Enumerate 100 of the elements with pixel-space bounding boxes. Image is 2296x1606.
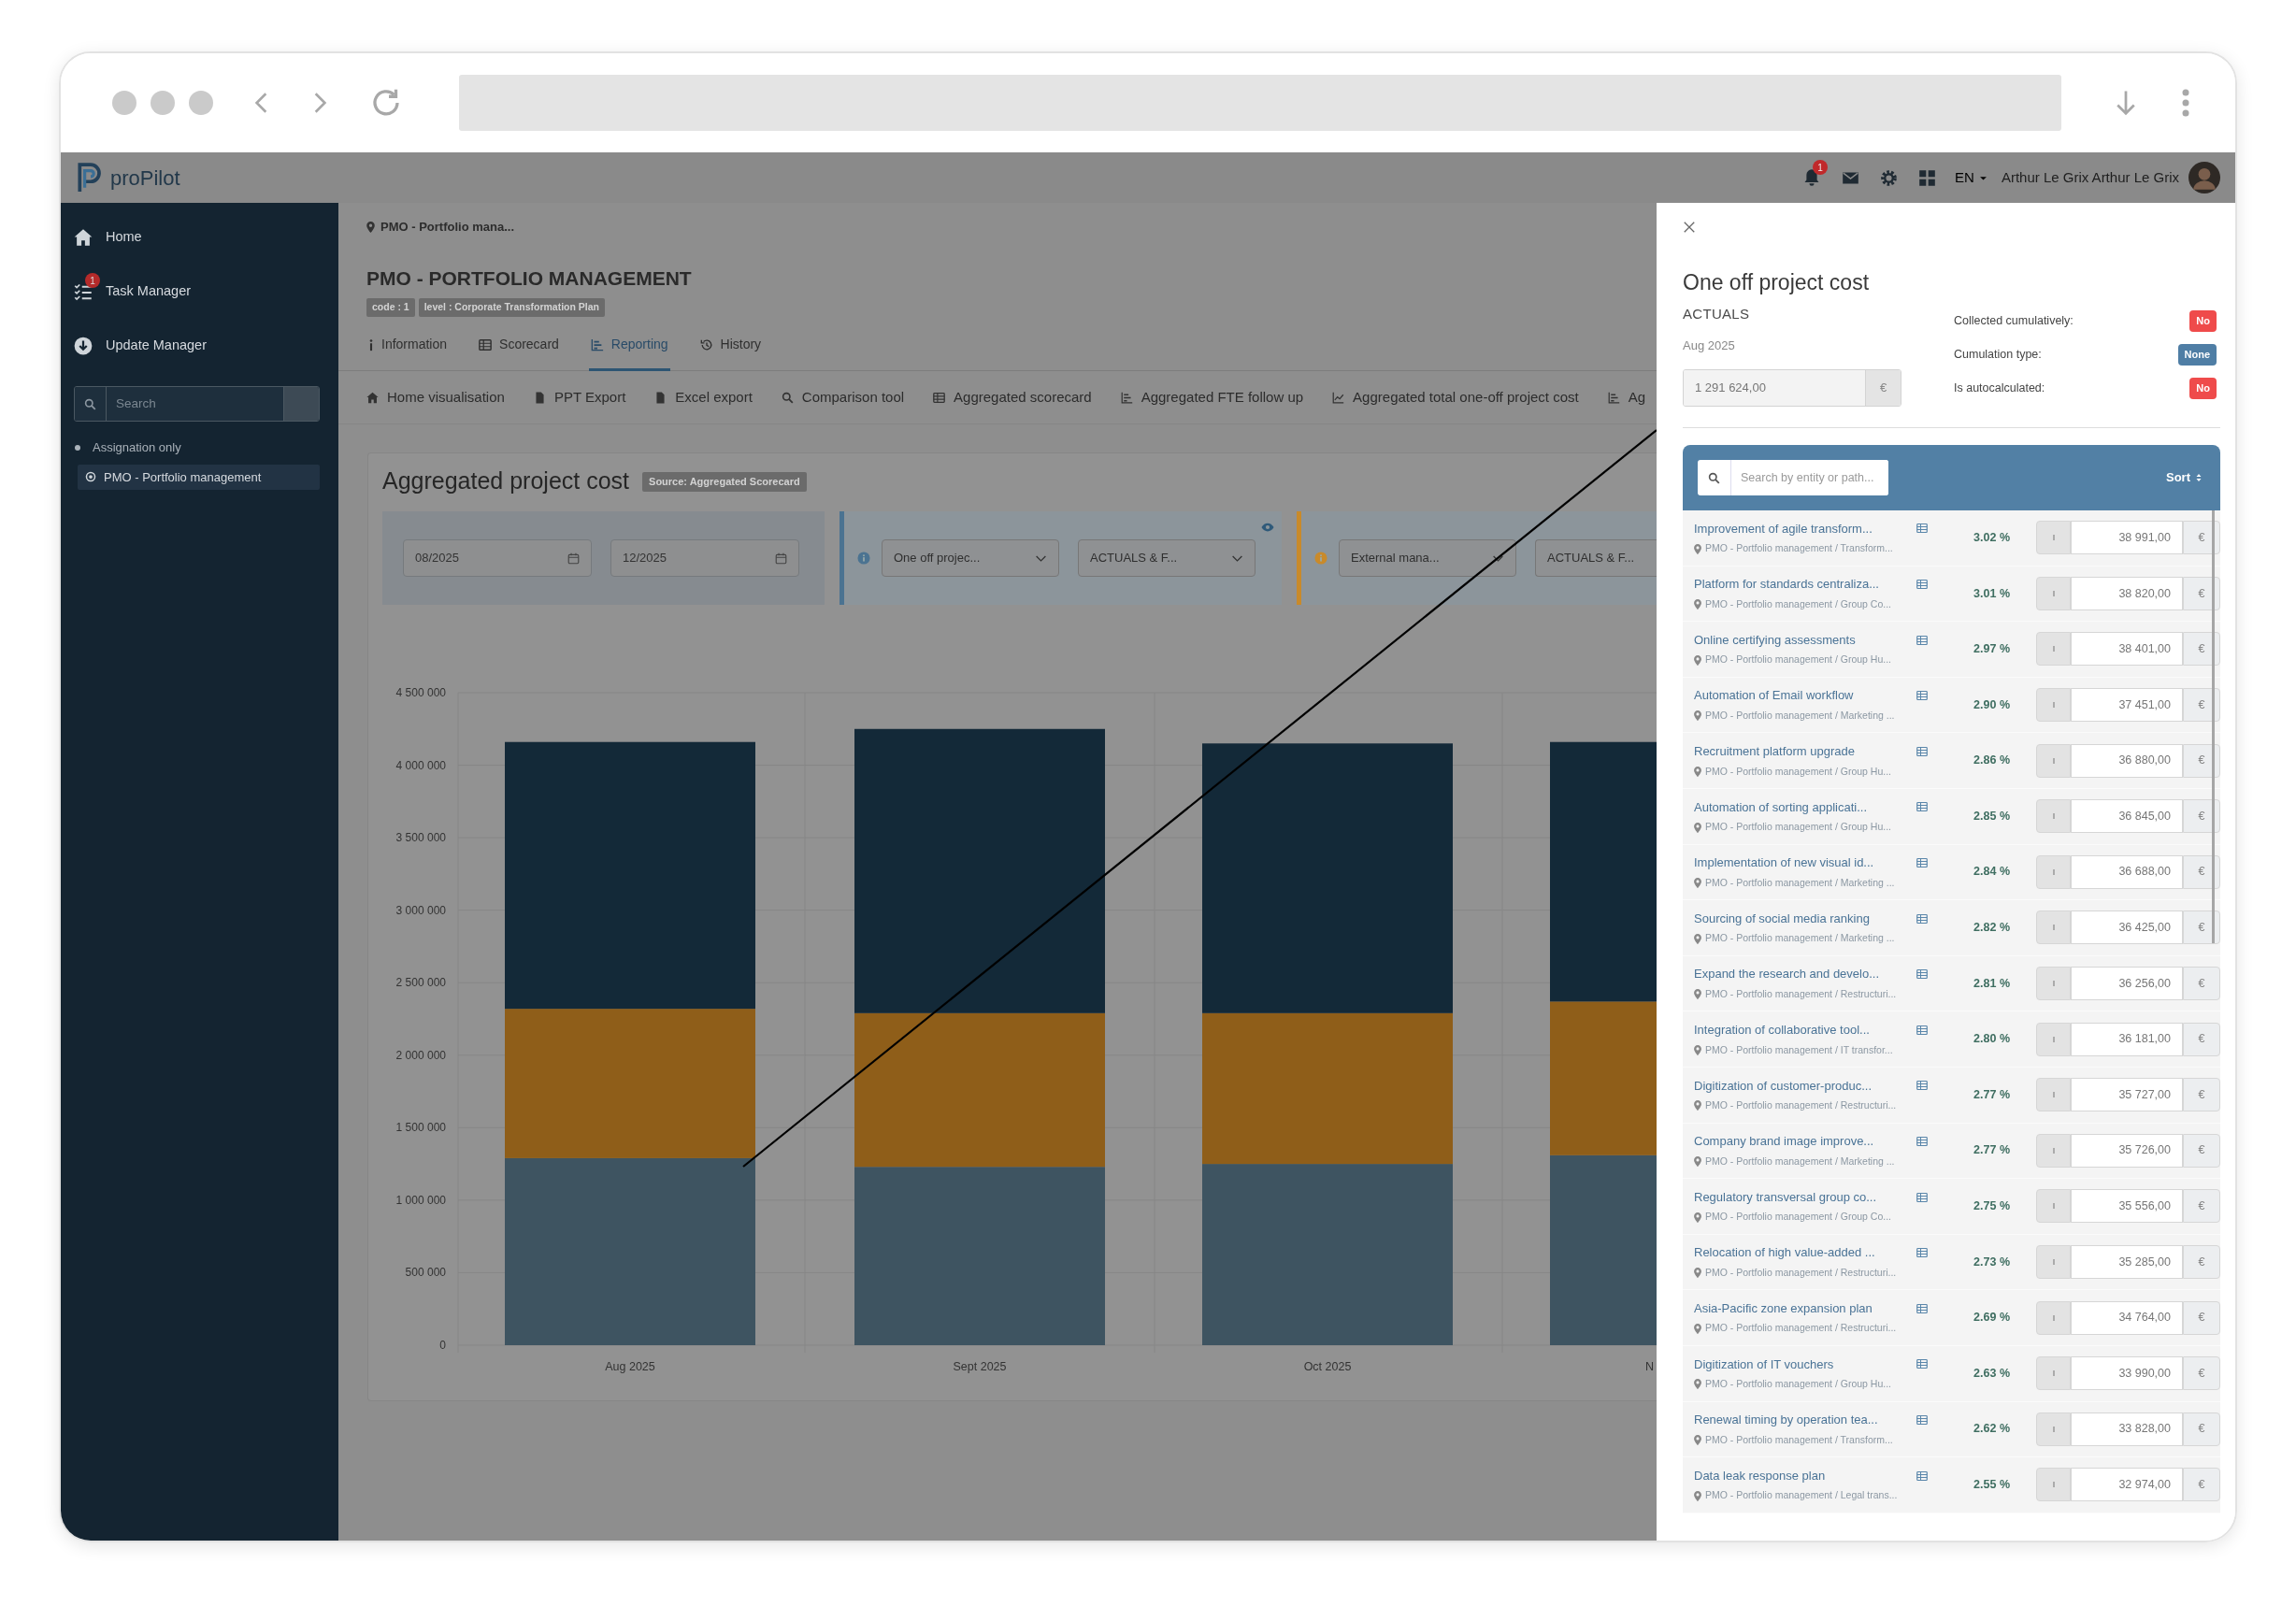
indicator-select[interactable]: One off projec... xyxy=(882,539,1059,577)
scrollbar[interactable] xyxy=(2212,510,2215,943)
entity-link[interactable]: Regulatory transversal group co... xyxy=(1694,1187,1877,1207)
tab[interactable]: Information xyxy=(366,328,450,371)
grid-button[interactable] xyxy=(1918,168,1937,187)
search-field[interactable]: Search xyxy=(74,386,320,422)
entity-link[interactable]: Automation of sorting applicati... xyxy=(1694,797,1867,817)
pin-icon xyxy=(1694,1156,1701,1168)
entity-link[interactable]: Digitization of IT vouchers xyxy=(1694,1355,1834,1374)
entity-path: PMO - Portfolio management / Transform... xyxy=(1705,1432,1893,1447)
language-dropdown[interactable]: EN xyxy=(1955,166,1988,189)
sort-button[interactable]: Sort xyxy=(2166,468,2203,487)
entity-link[interactable]: Recruitment platform upgrade xyxy=(1694,742,1855,761)
entity-path: PMO - Portfolio management / Marketing ... xyxy=(1705,708,1895,723)
total-field[interactable]: 1 291 624,00 € xyxy=(1683,369,1901,407)
entity-link[interactable]: Renewal timing by operation tea... xyxy=(1694,1411,1878,1429)
task-list-icon xyxy=(74,282,93,301)
amount-field[interactable]: 35 285,00 xyxy=(2071,1245,2183,1279)
amount-field[interactable]: 33 990,00 xyxy=(2071,1356,2183,1391)
entity-link[interactable]: Automation of Email workflow xyxy=(1694,686,1854,705)
pin-icon xyxy=(1694,1268,1701,1279)
amount-field[interactable]: 33 828,00 xyxy=(2071,1412,2183,1446)
axis-tick-label: 4 000 000 xyxy=(395,758,446,772)
amount-field[interactable]: 35 726,00 xyxy=(2071,1133,2183,1168)
entity-link[interactable]: Platform for standards centraliza... xyxy=(1694,575,1879,594)
addon-button[interactable] xyxy=(283,387,319,421)
entity-link[interactable]: Integration of collaborative tool... xyxy=(1694,1021,1870,1040)
table-icon xyxy=(1916,1413,1928,1426)
search-field[interactable]: Search by entity or path... xyxy=(1698,460,1888,495)
toolbar-button[interactable]: Ag xyxy=(1607,386,1645,409)
pin-icon xyxy=(1694,1490,1701,1501)
status-badge: No xyxy=(2189,377,2217,399)
amount-field[interactable]: 36 880,00 xyxy=(2071,743,2183,778)
amount-field[interactable]: 36 425,00 xyxy=(2071,911,2183,945)
toolbar-button[interactable]: Home visualisation xyxy=(366,386,505,409)
entity-link[interactable]: Asia-Pacific zone expansion plan xyxy=(1694,1299,1873,1318)
indicator-select[interactable]: External mana... xyxy=(1339,539,1516,577)
share-value: 2.82 % xyxy=(1973,920,2011,937)
amount-field[interactable]: 36 256,00 xyxy=(2071,967,2183,1001)
axis-category-label: Aug 2025 xyxy=(605,1360,655,1373)
entity-link[interactable]: Expand the research and develo... xyxy=(1694,965,1880,983)
sidebar-item[interactable]: Update Manager xyxy=(72,319,320,373)
entity-link[interactable]: Relocation of high value-added ... xyxy=(1694,1243,1875,1262)
date-field[interactable]: 08/2025 xyxy=(403,539,592,577)
entity-link[interactable]: Sourcing of social media ranking xyxy=(1694,909,1870,928)
amount-field[interactable]: 38 820,00 xyxy=(2071,576,2183,610)
toolbar-button[interactable]: Comparison tool xyxy=(781,386,905,409)
toolbar-button[interactable]: Aggregated total one-off project cost xyxy=(1332,386,1579,409)
entity-link[interactable]: Company brand image improve... xyxy=(1694,1132,1874,1151)
address-bar[interactable] xyxy=(459,75,2061,131)
amount-field[interactable]: 32 974,00 xyxy=(2071,1468,2183,1502)
date-field[interactable]: 12/2025 xyxy=(610,539,799,577)
toolbar-button[interactable]: Aggregated FTE follow up xyxy=(1120,386,1304,409)
currency-label: € xyxy=(2183,1189,2220,1224)
menu-icon[interactable] xyxy=(2181,89,2190,117)
search-icon xyxy=(84,397,96,410)
pin-icon xyxy=(1694,1435,1701,1446)
close-button[interactable] xyxy=(1683,221,1696,234)
settings-button[interactable] xyxy=(1880,168,1899,187)
entity-path: PMO - Portfolio management / Group Hu... xyxy=(1705,1377,1891,1392)
amount-field[interactable]: 36 845,00 xyxy=(2071,799,2183,834)
entity-link[interactable]: Digitization of customer-produc... xyxy=(1694,1076,1873,1096)
axis-tick-label: 3 500 000 xyxy=(395,831,446,845)
tab[interactable]: Scorecard xyxy=(477,328,561,371)
currency-label: € xyxy=(2183,632,2220,667)
breadcrumb[interactable]: PMO - Portfolio mana... xyxy=(380,218,514,237)
entity-link[interactable]: Improvement of agile transform... xyxy=(1694,519,1873,538)
window-control-dot[interactable] xyxy=(189,91,213,115)
amount-field[interactable]: 36 688,00 xyxy=(2071,854,2183,889)
share-value: 2.63 % xyxy=(1973,1365,2011,1382)
sidebar-item[interactable]: Home xyxy=(72,210,320,265)
window-control-dot[interactable] xyxy=(112,91,136,115)
grid-icon xyxy=(1918,168,1937,187)
tab[interactable]: Reporting xyxy=(588,328,670,371)
toolbar-button[interactable]: PPT Export xyxy=(533,386,626,409)
entity-link[interactable]: Data leak response plan xyxy=(1694,1466,1826,1485)
avatar[interactable] xyxy=(2188,162,2220,194)
scenario-select[interactable]: ACTUALS & F... xyxy=(1535,539,1657,577)
scenario-select[interactable]: ACTUALS & F... xyxy=(1078,539,1256,577)
amount-field[interactable]: 35 727,00 xyxy=(2071,1078,2183,1112)
amount-field[interactable]: 36 181,00 xyxy=(2071,1022,2183,1056)
amount-field[interactable]: 37 451,00 xyxy=(2071,688,2183,723)
window-control-dot[interactable] xyxy=(151,91,175,115)
toolbar-button[interactable]: Excel export xyxy=(654,386,753,409)
amount-field[interactable]: 34 764,00 xyxy=(2071,1300,2183,1335)
tree-item[interactable]: PMO - Portfolio management xyxy=(78,464,320,490)
amount-field[interactable]: 38 991,00 xyxy=(2071,521,2183,555)
share-value: 2.80 % xyxy=(1973,1031,2011,1048)
toolbar-button[interactable]: Aggregated scorecard xyxy=(933,386,1092,409)
search-icon xyxy=(1708,471,1720,484)
amount-field[interactable]: 35 556,00 xyxy=(2071,1189,2183,1224)
currency-label: € xyxy=(2183,576,2220,610)
entity-link[interactable]: Online certifying assessments xyxy=(1694,630,1856,650)
amount-field[interactable]: 38 401,00 xyxy=(2071,632,2183,667)
axis-category-label: Oct 2025 xyxy=(1303,1360,1352,1373)
scenario-label: ACTUALS xyxy=(1683,305,1751,323)
tab[interactable]: History xyxy=(697,328,764,371)
entity-link[interactable]: Implementation of new visual id... xyxy=(1694,853,1874,872)
share-value: 2.73 % xyxy=(1973,1254,2011,1270)
sidebar-item[interactable]: 1 Task Manager xyxy=(72,265,320,319)
